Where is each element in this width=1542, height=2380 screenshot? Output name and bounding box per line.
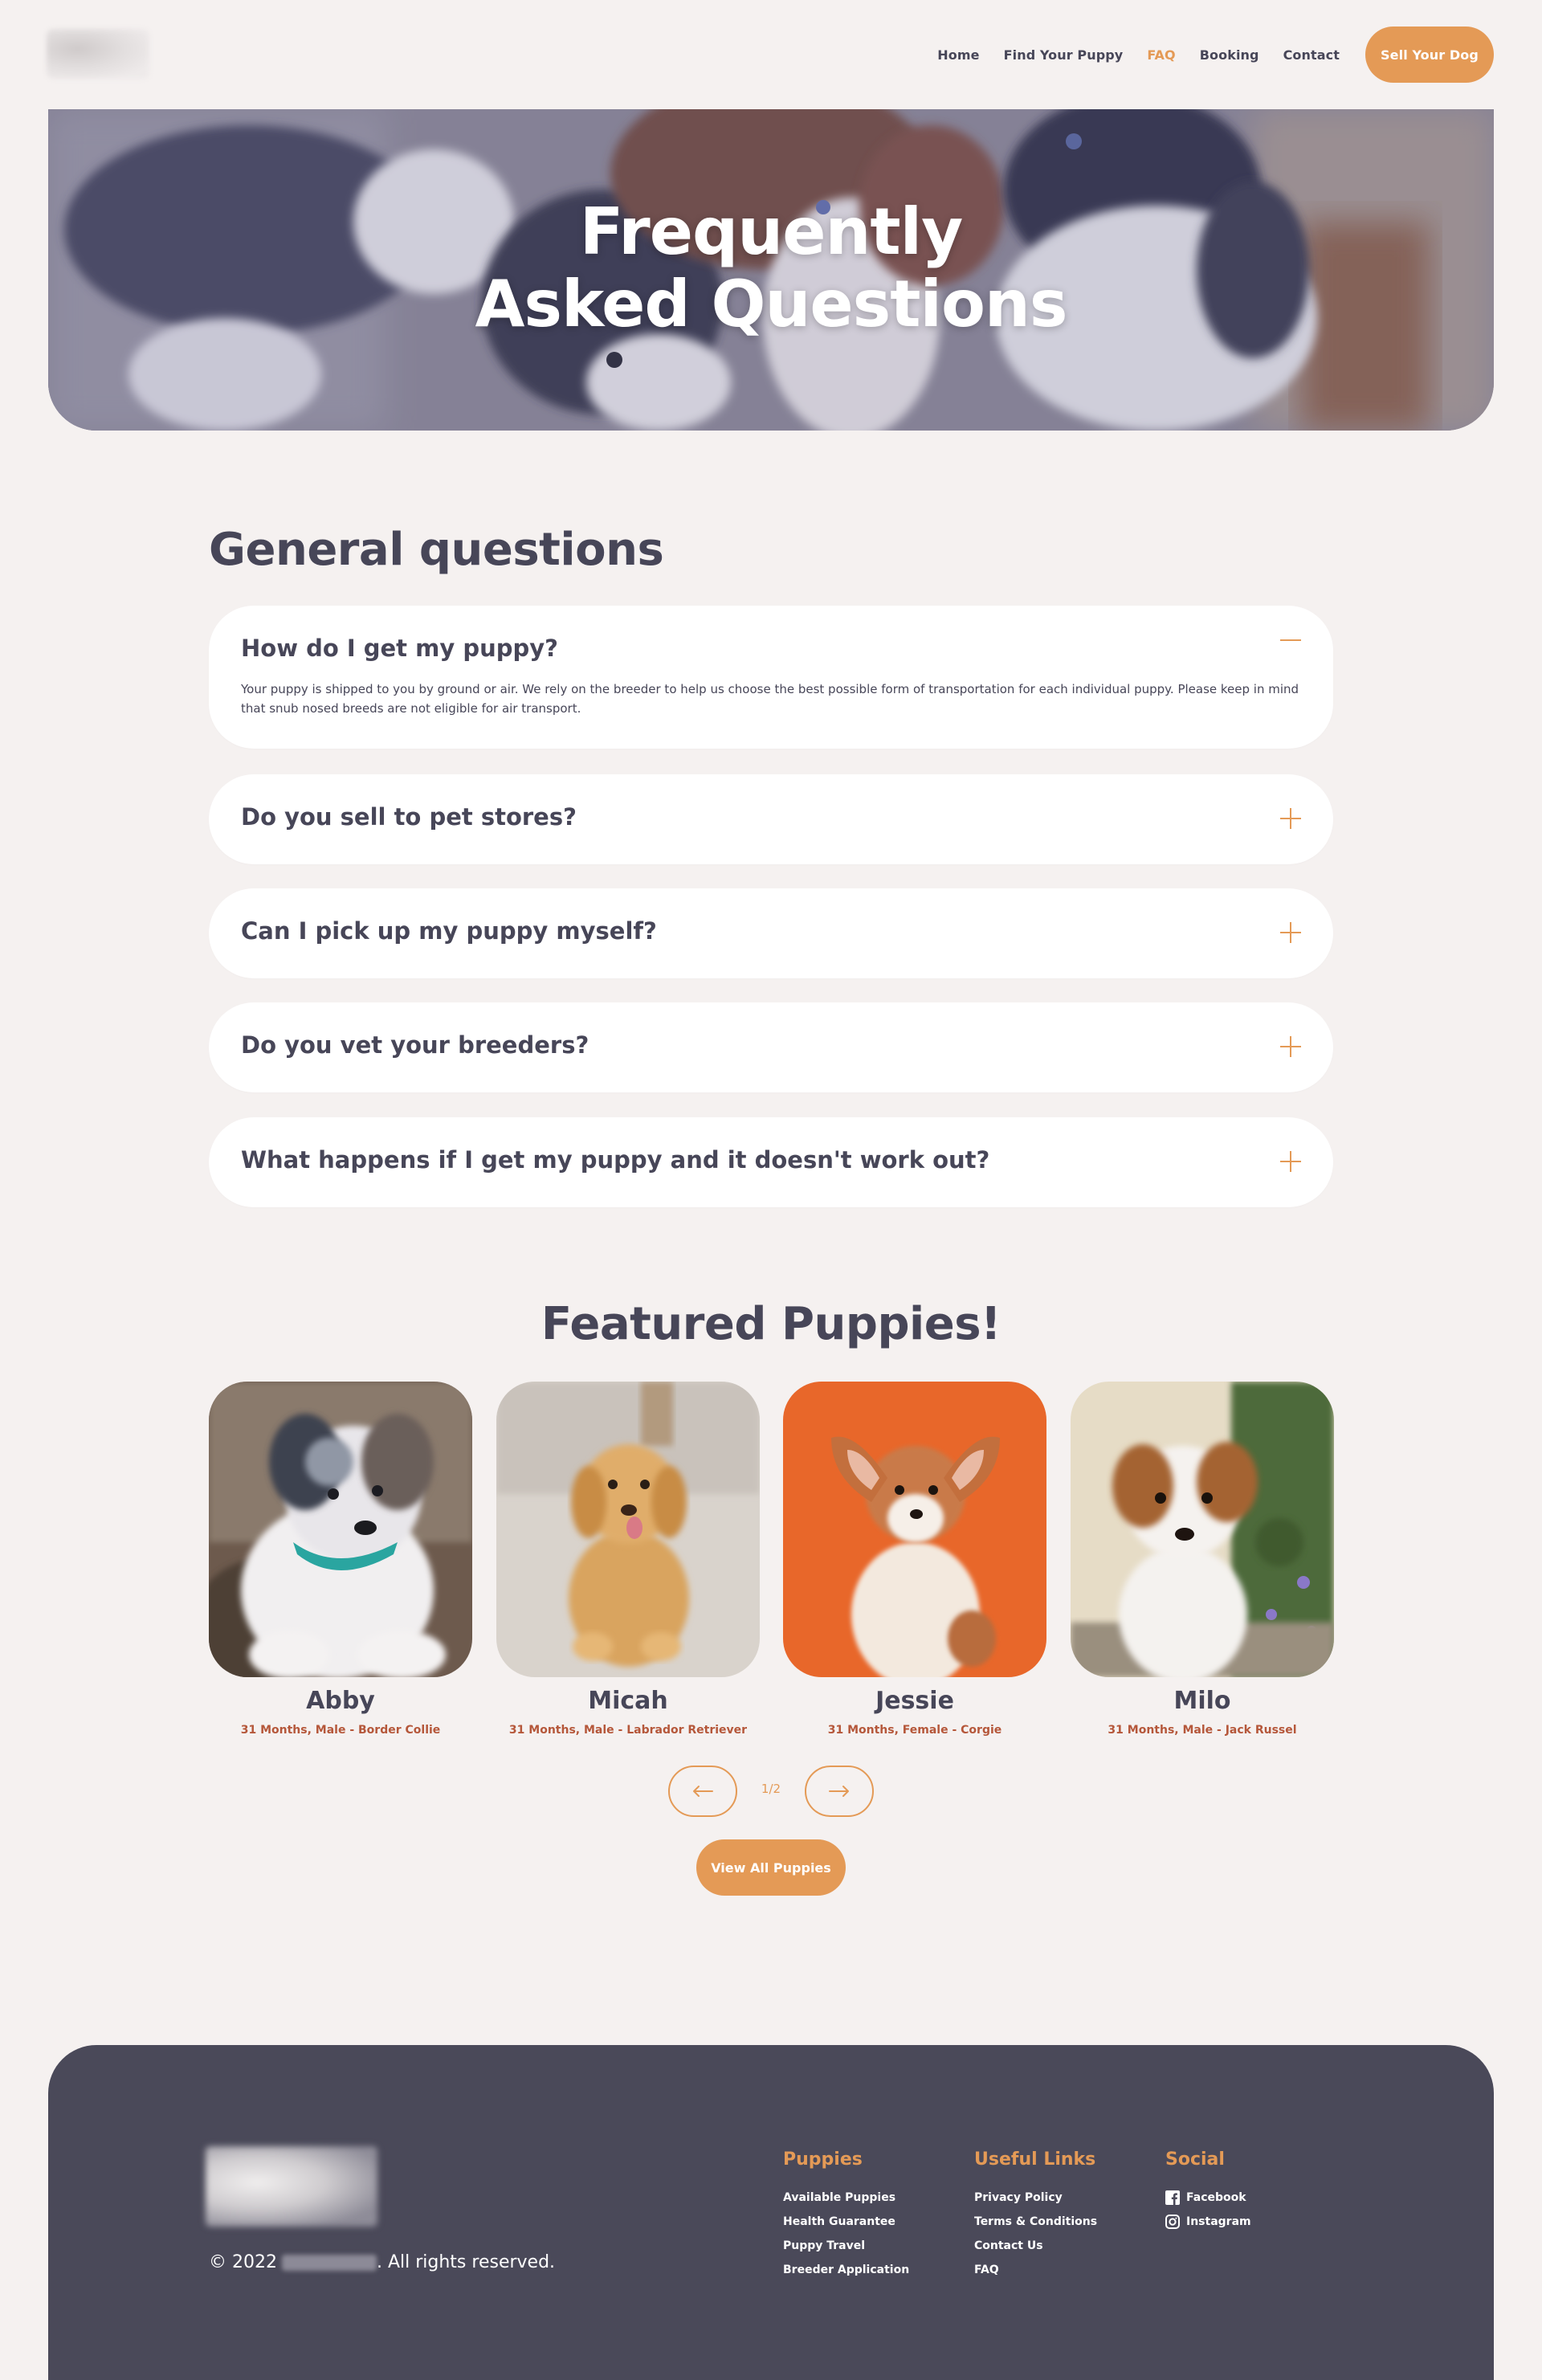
expand-icon[interactable]	[1280, 1036, 1301, 1057]
puppy-name: Micah	[588, 1687, 668, 1715]
faq-question: Can I pick up my puppy myself?	[241, 917, 657, 945]
nav-booking[interactable]: Booking	[1200, 47, 1259, 63]
footer-link-health-guarantee[interactable]: Health Guarantee	[783, 2210, 909, 2234]
page-title: Frequently Asked Questions	[475, 194, 1068, 341]
view-all-puppies-button[interactable]: View All Puppies	[696, 1839, 846, 1896]
puppy-details: 31 Months, Female - Corgie	[827, 1724, 1002, 1737]
expand-icon[interactable]	[1280, 922, 1301, 943]
nav-home[interactable]: Home	[937, 47, 979, 63]
faq-item-doesnt-work-out[interactable]: What happens if I get my puppy and it do…	[209, 1117, 1333, 1207]
main-nav: Home Find Your Puppy FAQ Booking Contact…	[937, 0, 1494, 109]
faq-item-pet-stores[interactable]: Do you sell to pet stores?	[209, 774, 1333, 864]
puppy-photo[interactable]	[209, 1382, 472, 1677]
puppy-card[interactable]: Micah 31 Months, Male - Labrador Retriev…	[496, 1382, 760, 1743]
puppy-name: Abby	[306, 1687, 375, 1715]
nav-contact[interactable]: Contact	[1283, 47, 1340, 63]
puppy-photo[interactable]	[496, 1382, 760, 1677]
hero-banner: Frequently Asked Questions	[48, 109, 1494, 431]
company-name-redacted	[281, 2254, 377, 2271]
puppy-details: 31 Months, Male - Labrador Retriever	[508, 1724, 748, 1737]
footer-link-breeder-application[interactable]: Breeder Application	[783, 2258, 909, 2282]
puppy-photo[interactable]	[783, 1382, 1046, 1677]
footer-column-social: Social Facebook Instagram	[1165, 2149, 1251, 2234]
site-header: Home Find Your Puppy FAQ Booking Contact…	[0, 0, 1542, 109]
puppy-photo[interactable]	[1071, 1382, 1334, 1677]
nav-find-your-puppy[interactable]: Find Your Puppy	[1004, 47, 1124, 63]
carousel-next-button[interactable]	[805, 1766, 874, 1817]
faq-item-get-puppy[interactable]: How do I get my puppy? Your puppy is shi…	[209, 606, 1333, 749]
footer-column-title: Puppies	[783, 2149, 863, 2170]
footer-column-title: Useful Links	[974, 2149, 1096, 2170]
carousel-pager: 1/2	[668, 1766, 874, 1817]
footer-link-privacy-policy[interactable]: Privacy Policy	[974, 2186, 1097, 2210]
site-logo[interactable]	[47, 29, 149, 79]
copyright: © 2022 . All rights reserved.	[209, 2252, 556, 2272]
footer-link-contact-us[interactable]: Contact Us	[974, 2234, 1097, 2258]
footer-logo[interactable]	[206, 2146, 377, 2227]
carousel-page-count: 1/2	[761, 1782, 781, 1796]
faq-question: How do I get my puppy?	[241, 635, 558, 662]
footer-link-puppy-travel[interactable]: Puppy Travel	[783, 2234, 909, 2258]
faq-section-title: General questions	[209, 524, 664, 576]
footer-column-title: Social	[1165, 2149, 1225, 2170]
nav-faq[interactable]: FAQ	[1147, 47, 1175, 63]
puppy-details: 31 Months, Male - Border Collie	[240, 1724, 441, 1737]
puppy-name: Milo	[1173, 1687, 1231, 1715]
instagram-icon	[1165, 2215, 1180, 2229]
footer-link-available-puppies[interactable]: Available Puppies	[783, 2186, 909, 2210]
faq-question: Do you sell to pet stores?	[241, 803, 577, 831]
featured-section-title: Featured Puppies!	[541, 1298, 1001, 1350]
collapse-icon[interactable]	[1280, 630, 1301, 651]
puppy-card[interactable]: Milo 31 Months, Male - Jack Russel	[1071, 1382, 1334, 1743]
puppy-card[interactable]: Jessie 31 Months, Female - Corgie	[783, 1382, 1046, 1743]
carousel-prev-button[interactable]	[668, 1766, 737, 1817]
footer-link-facebook[interactable]: Facebook	[1165, 2186, 1251, 2210]
site-footer: © 2022 . All rights reserved. Puppies Av…	[48, 2045, 1494, 2380]
sell-your-dog-button[interactable]: Sell Your Dog	[1365, 27, 1494, 83]
faq-question: Do you vet your breeders?	[241, 1031, 589, 1059]
puppy-name: Jessie	[875, 1687, 954, 1715]
faq-answer: Your puppy is shipped to you by ground o…	[241, 682, 1299, 716]
footer-link-terms[interactable]: Terms & Conditions	[974, 2210, 1097, 2234]
puppy-card[interactable]: Abby 31 Months, Male - Border Collie	[209, 1382, 472, 1743]
faq-question: What happens if I get my puppy and it do…	[241, 1146, 990, 1174]
puppy-details: 31 Months, Male - Jack Russel	[1108, 1724, 1297, 1737]
arrow-right-icon	[829, 1786, 849, 1797]
facebook-icon	[1165, 2190, 1180, 2205]
expand-icon[interactable]	[1280, 1151, 1301, 1172]
footer-link-instagram[interactable]: Instagram	[1165, 2210, 1251, 2234]
footer-link-faq[interactable]: FAQ	[974, 2258, 1097, 2282]
footer-column-useful-links: Useful Links Privacy Policy Terms & Cond…	[974, 2149, 1097, 2282]
arrow-left-icon	[693, 1786, 713, 1797]
expand-icon[interactable]	[1280, 808, 1301, 829]
faq-item-pick-up[interactable]: Can I pick up my puppy myself?	[209, 888, 1333, 978]
faq-item-vet-breeders[interactable]: Do you vet your breeders?	[209, 1002, 1333, 1092]
footer-column-puppies: Puppies Available Puppies Health Guarant…	[783, 2149, 909, 2282]
